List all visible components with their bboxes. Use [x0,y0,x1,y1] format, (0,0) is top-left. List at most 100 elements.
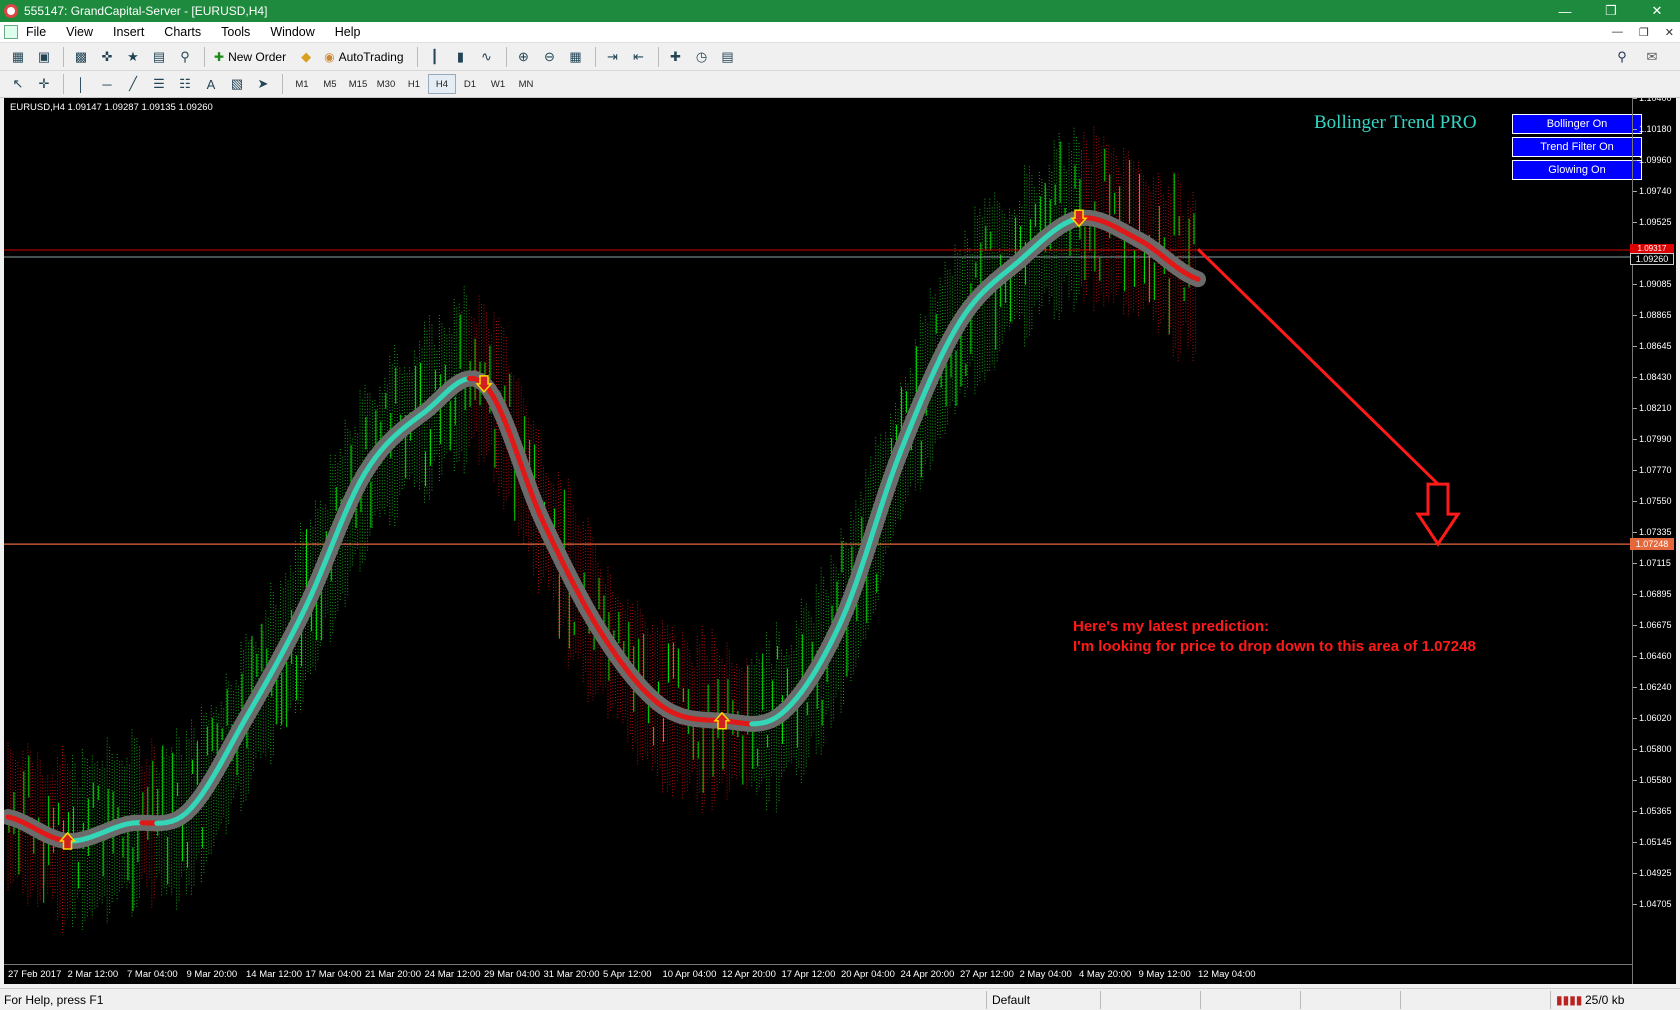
price-tick [1633,315,1637,317]
chart-window[interactable]: EURUSD,H4 1.09147 1.09287 1.09135 1.0926… [4,98,1676,984]
price-label: 1.07990 [1639,434,1672,445]
trend-filter-toggle-button[interactable]: Trend Filter On [1512,137,1642,157]
text-icon[interactable]: A [199,73,223,95]
fibonacci-icon[interactable]: ☷ [173,73,197,95]
mdi-close-icon[interactable]: ✕ [1665,26,1674,39]
market-watch-icon[interactable]: ▩ [69,46,93,68]
time-label: 2 May 04:00 [1019,969,1072,980]
bar-chart-icon[interactable]: ┃ [423,46,447,68]
indicators-icon[interactable]: ✚ [664,46,688,68]
chart-shift-icon[interactable]: ⇤ [627,46,651,68]
menu-window[interactable]: Window [270,25,314,39]
restore-button[interactable]: ❐ [1588,0,1634,22]
timeframe-h4[interactable]: H4 [428,74,456,94]
timeframe-d1[interactable]: D1 [456,74,484,94]
new-order-icon: ✚ [214,49,225,64]
zoom-out-icon[interactable]: ⊖ [538,46,562,68]
trend-down-segment [1190,274,1201,282]
line-chart-icon[interactable]: ∿ [475,46,499,68]
new-order-button[interactable]: ✚ New Order [210,46,290,68]
price-label: 1.08865 [1639,310,1672,321]
price-label: 1.07550 [1639,496,1672,507]
text-label-icon[interactable]: ▧ [225,73,249,95]
minimize-button[interactable]: — [1542,0,1588,22]
data-window-icon[interactable]: ✜ [95,46,119,68]
strategy-tester-icon[interactable]: ⚲ [173,46,197,68]
mdi-restore-icon[interactable]: ❐ [1639,26,1649,39]
time-label: 24 Mar 12:00 [424,969,481,980]
time-label: 29 Mar 04:00 [484,969,540,980]
price-label: 1.05365 [1639,805,1672,816]
time-label: 21 Mar 20:00 [365,969,421,980]
glowing-toggle-button[interactable]: Glowing On [1512,160,1642,180]
price-label: 1.09525 [1639,216,1672,227]
navigator-icon[interactable]: ★ [121,46,145,68]
crosshair-icon[interactable]: ✛ [32,73,56,95]
timeframe-m1[interactable]: M1 [288,74,316,94]
price-label: 1.04705 [1639,899,1672,909]
prediction-heading: Here's my latest prediction: [1073,618,1270,635]
menu-insert[interactable]: Insert [113,25,144,39]
price-tick [1633,841,1637,843]
timeframe-w1[interactable]: W1 [484,74,512,94]
autotrading-button[interactable]: ◉ AutoTrading [320,46,407,68]
channel-icon[interactable]: ☰ [147,73,171,95]
candlestick-icon[interactable]: ▮ [449,46,473,68]
price-tick [1633,284,1637,286]
cursor-icon[interactable]: ↖ [6,73,30,95]
time-label: 4 May 20:00 [1079,969,1132,980]
chat-icon[interactable]: ✉ [1640,46,1664,68]
price-label: 1.09085 [1639,279,1672,290]
arrows-icon[interactable]: ➤ [251,73,275,95]
price-label: 1.06460 [1639,650,1672,661]
help-hint: For Help, press F1 [4,993,104,1007]
document-icon[interactable] [4,25,18,39]
price-label: 1.07115 [1639,557,1671,568]
price-label: 1.10180 [1639,124,1672,135]
timeframe-m5[interactable]: M5 [316,74,344,94]
price-tick [1633,872,1637,874]
price-label: 1.10400 [1639,98,1672,103]
vertical-line-icon[interactable]: │ [69,73,93,95]
title-bar: 555147: GrandCapital-Server - [EURUSD,H4… [0,0,1680,22]
bollinger-toggle-button[interactable]: Bollinger On [1512,114,1642,134]
price-tick [1633,594,1637,596]
time-label: 2 Mar 12:00 [67,969,119,980]
templates-icon[interactable]: ▤ [716,46,740,68]
timeframe-h1[interactable]: H1 [400,74,428,94]
price-tick [1633,562,1637,564]
menu-view[interactable]: View [66,25,93,39]
price-label: 1.07335 [1639,526,1672,537]
new-chart-icon[interactable]: ▦ [6,46,30,68]
timeframe-mn[interactable]: MN [512,74,540,94]
price-tick [1633,191,1637,193]
price-tick [1633,531,1637,533]
tile-windows-icon[interactable]: ▦ [564,46,588,68]
horizontal-line-icon[interactable]: ─ [95,73,119,95]
time-label: 31 Mar 20:00 [543,969,600,980]
prediction-text: I'm looking for price to drop down to th… [1073,638,1476,655]
indicator-brand: Bollinger Trend PRO [1314,112,1477,133]
timeframe-m30[interactable]: M30 [372,74,400,94]
time-label: 17 Mar 04:00 [305,969,362,980]
menu-file[interactable]: File [26,25,46,39]
menu-tools[interactable]: Tools [221,25,250,39]
metaeditor-icon[interactable]: ◆ [294,46,318,68]
trendline-icon[interactable]: ╱ [121,73,145,95]
search-icon[interactable]: ⚲ [1610,46,1634,68]
menu-help[interactable]: Help [335,25,361,39]
price-label: 1.06675 [1639,620,1672,631]
profiles-icon[interactable]: ▣ [32,46,56,68]
time-label: 12 Apr 20:00 [722,969,776,980]
mdi-minimize-icon[interactable]: — [1612,26,1623,39]
time-label: 27 Feb 2017 [8,969,62,980]
auto-scroll-icon[interactable]: ⇥ [601,46,625,68]
time-axis: 27 Feb 2017 2 Mar 12:00 7 Mar 04:00 9 Mar 2… [4,964,1632,984]
periods-icon[interactable]: ◷ [690,46,714,68]
terminal-icon[interactable]: ▤ [147,46,171,68]
menu-charts[interactable]: Charts [164,25,201,39]
close-button[interactable]: ✕ [1634,0,1680,22]
menu-bar: File View Insert Charts Tools Window Hel… [0,22,1680,43]
zoom-in-icon[interactable]: ⊕ [512,46,536,68]
timeframe-m15[interactable]: M15 [344,74,372,94]
